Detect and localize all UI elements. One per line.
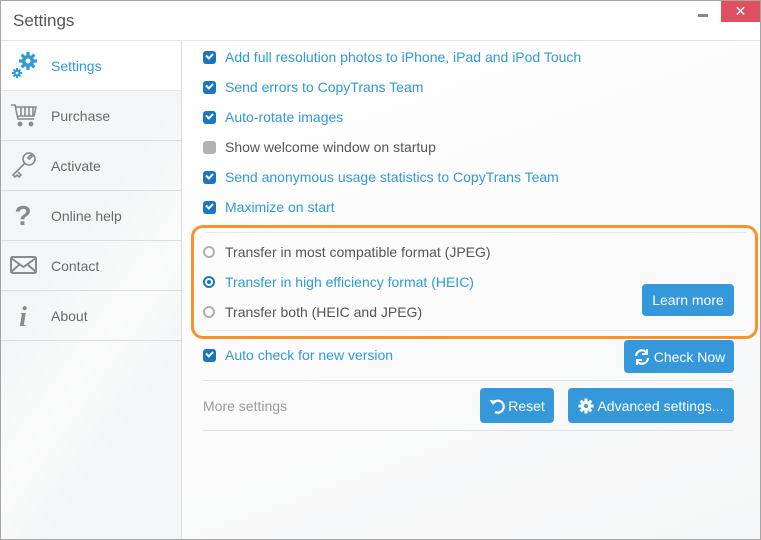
checkbox-auto-check[interactable]: Auto check for new version xyxy=(203,345,393,365)
svg-text:i: i xyxy=(19,302,27,330)
check-now-label: Check Now xyxy=(653,348,726,365)
radio-unselected-icon[interactable] xyxy=(203,246,215,258)
radio-selected-icon[interactable] xyxy=(203,276,215,288)
checkbox-welcome-window[interactable]: Show welcome window on startup xyxy=(203,137,436,157)
checkbox-checked-icon[interactable] xyxy=(203,110,216,124)
format-highlight-box: Transfer in most compatible format (JPEG… xyxy=(191,225,758,339)
settings-panel: Add full resolution photos to iPhone, iP… xyxy=(183,42,760,539)
minimize-button[interactable] xyxy=(691,7,721,29)
checkbox-send-errors[interactable]: Send errors to CopyTrans Team xyxy=(203,77,423,97)
sidebar-item-purchase[interactable]: Purchase xyxy=(1,91,181,141)
envelope-icon xyxy=(9,250,39,280)
sidebar-item-label: Activate xyxy=(51,158,101,174)
checkbox-checked-icon[interactable] xyxy=(203,348,216,362)
radio-label: Transfer in high efficiency format (HEIC… xyxy=(225,274,474,290)
divider xyxy=(206,330,746,331)
sidebar-item-label: Settings xyxy=(51,58,102,74)
checkbox-unchecked-icon[interactable] xyxy=(203,140,216,154)
checkbox-checked-icon[interactable] xyxy=(203,80,216,94)
advanced-settings-button[interactable]: Advanced settings... xyxy=(568,388,734,423)
learn-more-button[interactable]: Learn more xyxy=(642,284,734,316)
sidebar-item-about[interactable]: i About xyxy=(1,291,181,341)
sidebar-item-label: Contact xyxy=(51,258,100,274)
settings-window: Settings ✕ Settings Purchase Activate ? … xyxy=(0,0,761,540)
sidebar-item-label: About xyxy=(51,308,88,324)
checkbox-maximize-on-start[interactable]: Maximize on start xyxy=(203,197,335,217)
divider xyxy=(206,232,746,233)
sidebar-item-activate[interactable]: Activate xyxy=(1,141,181,191)
more-settings-label: More settings xyxy=(203,398,288,414)
cart-icon xyxy=(9,100,39,130)
checkbox-checked-icon[interactable] xyxy=(203,50,216,64)
checkbox-usage-statistics[interactable]: Send anonymous usage statistics to CopyT… xyxy=(203,167,559,187)
checkbox-label: Show welcome window on startup xyxy=(225,139,436,155)
sidebar-item-label: Online help xyxy=(51,208,122,224)
radio-unselected-icon[interactable] xyxy=(203,306,215,318)
gears-icon xyxy=(9,50,39,80)
window-title: Settings xyxy=(13,11,75,30)
question-icon: ? xyxy=(9,200,39,230)
sidebar-item-label: Purchase xyxy=(51,108,111,124)
gear-icon xyxy=(578,398,594,413)
checkbox-checked-icon[interactable] xyxy=(203,170,216,184)
reset-button[interactable]: Reset xyxy=(480,388,554,423)
sidebar-item-settings[interactable]: Settings xyxy=(1,41,181,91)
sidebar-item-contact[interactable]: Contact xyxy=(1,241,181,291)
sidebar-item-online-help[interactable]: ? Online help xyxy=(1,191,181,241)
reset-label: Reset xyxy=(508,397,545,414)
checkbox-label: Auto-rotate images xyxy=(225,109,344,125)
checkbox-checked-icon[interactable] xyxy=(203,200,216,214)
check-now-button[interactable]: Check Now xyxy=(624,340,734,373)
checkbox-full-resolution[interactable]: Add full resolution photos to iPhone, iP… xyxy=(203,47,581,67)
checkbox-label: Maximize on start xyxy=(225,199,335,215)
checkbox-label: Add full resolution photos to iPhone, iP… xyxy=(225,49,582,65)
info-icon: i xyxy=(9,300,39,330)
radio-heic[interactable]: Transfer in high efficiency format (HEIC… xyxy=(203,272,474,292)
divider xyxy=(202,430,734,431)
checkbox-label: Auto check for new version xyxy=(225,347,394,363)
svg-text:?: ? xyxy=(14,200,31,230)
key-icon xyxy=(9,150,39,180)
advanced-settings-label: Advanced settings... xyxy=(597,397,724,414)
checkbox-label: Send errors to CopyTrans Team xyxy=(225,79,424,95)
title-bar: Settings ✕ xyxy=(1,1,760,41)
refresh-icon xyxy=(634,348,649,365)
undo-icon xyxy=(489,399,506,414)
radio-label: Transfer both (HEIC and JPEG) xyxy=(225,304,423,320)
sidebar: Settings Purchase Activate ? Online help… xyxy=(1,41,182,539)
divider xyxy=(202,380,734,381)
radio-label: Transfer in most compatible format (JPEG… xyxy=(225,244,491,260)
radio-both[interactable]: Transfer both (HEIC and JPEG) xyxy=(203,302,422,322)
close-button[interactable]: ✕ xyxy=(721,1,760,22)
checkbox-auto-rotate[interactable]: Auto-rotate images xyxy=(203,107,343,127)
checkbox-label: Send anonymous usage statistics to CopyT… xyxy=(225,169,559,185)
radio-jpeg[interactable]: Transfer in most compatible format (JPEG… xyxy=(203,242,491,262)
